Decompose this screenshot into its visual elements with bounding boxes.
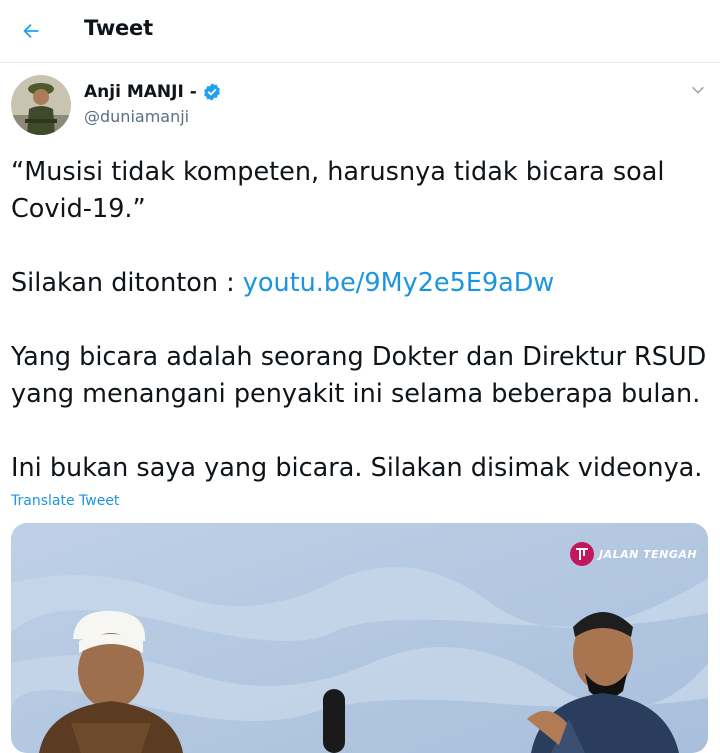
top-bar: Tweet: [0, 0, 720, 63]
author-handle: @duniamanji: [84, 107, 190, 126]
translate-tweet-link[interactable]: Translate Tweet: [11, 493, 119, 509]
channel-watermark: JALAN TENGAH: [569, 541, 697, 567]
tweet-text: “Musisi tidak kompeten, harusnya tidak b…: [11, 154, 711, 487]
chevron-down-icon: [692, 86, 704, 94]
tweet-quote: “Musisi tidak kompeten, harusnya tidak b…: [11, 157, 665, 224]
watermark-text: JALAN TENGAH: [599, 547, 698, 561]
back-button[interactable]: [14, 14, 48, 48]
avatar[interactable]: [11, 75, 71, 135]
tweet-closing: Ini bukan saya yang bicara. Silakan disi…: [11, 453, 703, 483]
verified-badge-icon: [203, 83, 220, 101]
page-title: Tweet: [84, 16, 153, 40]
author-name: Anji MANJI -: [84, 82, 197, 102]
tweet-prompt: Silakan ditonton :: [11, 268, 243, 298]
tweet-paragraph: Yang bicara adalah seorang Dokter dan Di…: [11, 342, 707, 409]
video-thumbnail[interactable]: JALAN TENGAH: [11, 523, 708, 753]
channel-logo-icon: [570, 542, 594, 566]
youtube-link[interactable]: youtu.be/9My2e5E9aDw: [243, 268, 555, 298]
author-name-link[interactable]: Anji MANJI -: [84, 82, 222, 102]
back-arrow-icon: [23, 23, 39, 39]
more-options-button[interactable]: [686, 78, 710, 102]
tweet-link-line: Silakan ditonton : youtu.be/9My2e5E9aDw: [11, 265, 711, 302]
